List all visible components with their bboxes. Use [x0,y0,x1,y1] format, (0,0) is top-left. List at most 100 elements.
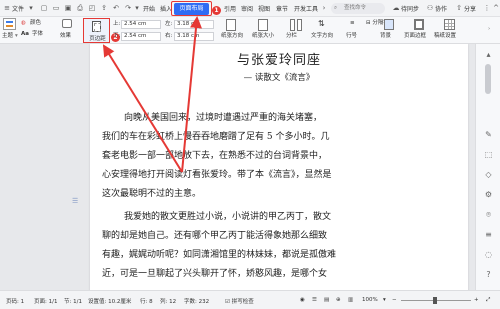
page-margin-button[interactable]: 页边距 [83,18,110,43]
font-button[interactable]: Aa 字体 [21,30,43,39]
vertical-scrollbar-thumb[interactable] [485,64,491,94]
zoom-dropdown-icon[interactable]: ▾ [383,297,386,303]
margin-top-label: 上: [113,21,121,27]
zoom-in-icon[interactable]: + [474,297,479,303]
margin-left-input[interactable]: 3.18 cm [174,20,214,29]
status-word-count[interactable]: 字数: 232 [184,297,209,305]
tab-page-layout[interactable]: 页面布局 [174,3,209,15]
export-icon[interactable]: ⇪ [100,4,108,12]
effect-icon[interactable] [62,19,72,28]
margin-top-input[interactable]: 2.54 cm [121,20,161,29]
zoom-slider-thumb[interactable] [433,297,437,304]
help-icon[interactable]: ? [484,270,493,279]
print-icon[interactable]: ⎙ [76,4,84,12]
status-page-number[interactable]: 页码: 1 [6,297,24,305]
theme-button[interactable]: 主题 [2,32,13,41]
more-tabs-icon[interactable]: › [320,4,328,12]
chat-icon[interactable]: ◌ [484,250,493,259]
ribbon-scroll-right-icon[interactable]: › [488,25,490,34]
web-view-icon[interactable]: ⊕ [336,297,341,303]
page-border-button[interactable]: 页面边框 [404,32,426,41]
orientation-button[interactable]: 纸张方向 [221,32,243,41]
draft-grid-icon[interactable] [444,19,455,30]
status-column[interactable]: 列: 12 [160,297,176,305]
print-preview-icon[interactable]: ◰ [88,4,96,12]
dropdown-arrow-icon[interactable]: ▾ [27,4,35,12]
page-view-icon[interactable]: ▤ [324,297,329,303]
text-direction-button[interactable]: 文字方向 [311,32,333,41]
location-icon[interactable]: ⌾ [484,210,493,219]
spellcheck-toggle[interactable]: ☑ 拼写检查 [225,297,254,305]
customize-qat-icon[interactable]: ▾ [133,4,141,12]
eye-protect-icon[interactable]: ◉ [300,297,305,303]
paragraph-marker-icon[interactable]: ☰ [72,197,78,205]
style-panel-icon[interactable]: ✎ [484,130,493,139]
tab-developer[interactable]: 开发工具 [294,4,318,13]
color-button[interactable]: ◍ 颜色 [21,19,41,28]
status-position[interactable]: 设置值: 10.2厘米 [88,297,131,305]
line-numbers-icon[interactable]: ≡ [350,19,355,28]
document-canvas[interactable]: 与张爱玲同座 — 读散文《流言》 向晚从美国回来，过境时遭遇过严重的海关堵塞， … [0,44,475,290]
text-direction-icon[interactable]: ⇅ [318,19,325,28]
paragraph-line: 心安理得地打开阅读灯看张爱玲。带了本《流言》，显然是 [102,170,332,180]
paragraph-line: 我爱她的散文更胜过小说，小说讲的甲乙丙丁，散文 [124,212,332,222]
share-button[interactable]: 分享 [464,4,476,13]
background-button[interactable]: 背景 [380,32,391,41]
orientation-icon[interactable] [226,19,236,31]
status-row[interactable]: 行: 8 [140,297,153,305]
open-folder-icon[interactable]: ▭ [52,4,60,12]
properties-icon[interactable]: ⚙ [484,190,493,199]
wps-writer-window: ≡ 文件 ▾ ▢ ▭ ▣ ⎙ ◰ ⇪ ↶ ↷ ▾ 开始 插入 页面布局 1 引用… [0,0,500,309]
sliders-icon[interactable]: ≡ [484,230,493,239]
new-doc-icon[interactable]: ▢ [40,4,48,12]
zoom-level[interactable]: 100% [362,297,378,303]
collab-icon: ⚇ [426,4,434,12]
breaks-icon: ⊟ [366,20,371,26]
hamburger-menu-icon[interactable]: ≡ [3,4,11,12]
margin-right-label: 右: [165,33,173,39]
paragraph-line: 近，可是一旦聊起了兴头聊开了怀，娇憨风趣，是哪个女 [102,269,328,279]
tab-view[interactable]: 视图 [258,4,270,13]
tab-review[interactable]: 审阅 [241,4,253,13]
fit-page-icon[interactable]: ⤢ [486,297,490,304]
file-menu[interactable]: 文件 [12,4,24,13]
columns-icon[interactable] [290,19,302,31]
columns-button[interactable]: 分栏 [286,32,297,41]
command-search-input[interactable]: ⌕ 查找命令 [331,3,385,14]
line-numbers-button[interactable]: 行号 [346,32,357,41]
read-mode-icon[interactable]: ▥ [348,297,353,303]
sync-status[interactable]: 待同步 [401,4,419,13]
zoom-out-icon[interactable]: − [392,297,397,303]
undo-icon[interactable]: ↶ [112,4,120,12]
checkbox-icon: ☑ [225,299,230,305]
paragraph-line: 聊的却是她自己。还有哪个甲乙丙丁能活得象她那么细致 [102,231,328,241]
margin-left-label: 左: [165,21,173,27]
page-border-icon[interactable] [414,19,424,30]
collab-button[interactable]: 协作 [435,4,447,13]
draft-setting-button[interactable]: 稿纸设置 [434,32,456,41]
paper-size-button[interactable]: 纸张大小 [252,32,274,41]
document-page[interactable]: 与张爱玲同座 — 读散文《流言》 向晚从美国回来，过境时遭遇过严重的海关堵塞， … [90,44,468,290]
scroll-up-icon[interactable]: ▴ [484,50,493,59]
paragraph-line: 向晚从美国回来，过境时遭遇过严重的海关堵塞， [124,113,323,123]
shape-icon[interactable]: ◇ [484,170,493,179]
margin-right-input[interactable]: 3.18 cm [174,32,214,41]
status-pages[interactable]: 页面: 1/1 [34,297,57,305]
background-icon[interactable] [384,19,394,30]
tab-references[interactable]: 引用 [224,4,236,13]
save-icon[interactable]: ▣ [64,4,72,12]
more-options-icon[interactable]: ⋮ [483,4,491,12]
collapse-ribbon-icon[interactable]: ^ [492,4,500,12]
theme-dropdown-icon[interactable]: ▾ [15,32,18,41]
outline-icon[interactable]: ☰ [312,297,317,303]
paper-size-icon[interactable] [258,19,268,31]
tab-home[interactable]: 开始 [143,4,155,13]
margin-bottom-input[interactable]: 2.54 cm [121,32,161,41]
effect-button[interactable]: 效果 [60,32,71,41]
redo-icon[interactable]: ↷ [124,4,132,12]
document-title: 与张爱玲同座 [236,53,321,68]
theme-icon[interactable] [3,18,16,30]
select-icon[interactable]: ⬚ [484,150,493,159]
tab-chapter[interactable]: 章节 [276,4,288,13]
status-section[interactable]: 节: 1/1 [64,297,82,305]
